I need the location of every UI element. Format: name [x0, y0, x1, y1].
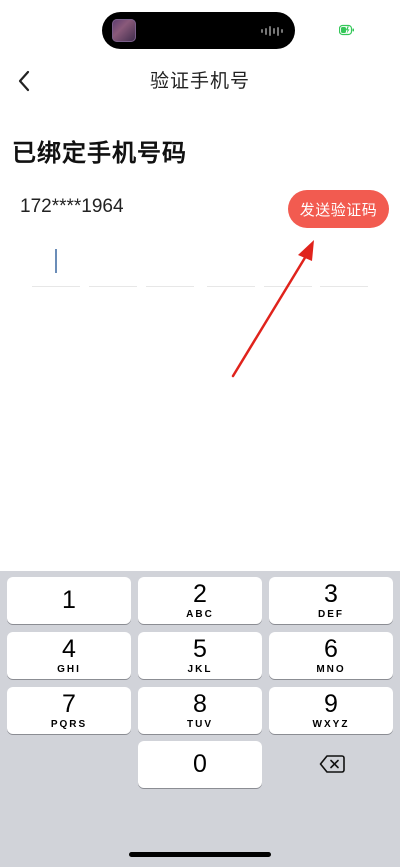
key-letters: GHI — [57, 663, 81, 675]
key-letters: WXYZ — [312, 718, 350, 730]
key-3[interactable]: 3 DEF — [269, 577, 393, 624]
key-9[interactable]: 9 WXYZ — [269, 687, 393, 734]
code-digit-box[interactable] — [264, 244, 312, 287]
phone-number: 172****1964 — [20, 196, 124, 217]
dynamic-island — [102, 12, 295, 49]
battery-charging-icon — [339, 24, 354, 36]
key-2[interactable]: 2 ABC — [138, 577, 262, 624]
key-8[interactable]: 8 TUV — [138, 687, 262, 734]
delete-key[interactable] — [306, 750, 358, 778]
section-heading: 已绑定手机号码 — [12, 139, 187, 167]
key-5[interactable]: 5 JKL — [138, 632, 262, 679]
send-code-button[interactable]: 发送验证码 — [288, 190, 389, 228]
key-digit: 8 — [193, 689, 207, 718]
code-digit-box[interactable] — [146, 244, 194, 287]
album-art-thumbnail — [112, 19, 136, 42]
code-digit-box[interactable] — [89, 244, 137, 287]
key-0[interactable]: 0 — [138, 741, 262, 788]
code-digit-box[interactable] — [207, 244, 255, 287]
key-4[interactable]: 4 GHI — [7, 632, 131, 679]
key-1[interactable]: 1 — [7, 577, 131, 624]
key-digit: 9 — [324, 689, 338, 718]
key-digit: 7 — [62, 689, 76, 718]
key-digit: 6 — [324, 634, 338, 663]
key-letters: ABC — [186, 608, 214, 620]
key-digit: 0 — [193, 750, 207, 778]
key-7[interactable]: 7 PQRS — [7, 687, 131, 734]
key-digit: 3 — [324, 579, 338, 608]
key-digit: 1 — [62, 586, 76, 614]
audio-waveform-icon — [261, 25, 283, 37]
key-digit: 5 — [193, 634, 207, 663]
key-letters: MNO — [316, 663, 346, 675]
backspace-icon — [319, 755, 345, 773]
key-letters: JKL — [187, 663, 213, 675]
key-digit: 2 — [193, 579, 207, 608]
code-digit-box[interactable] — [320, 244, 368, 287]
text-cursor — [55, 249, 57, 273]
key-letters: TUV — [187, 718, 213, 730]
key-letters: PQRS — [50, 718, 88, 730]
home-indicator — [129, 852, 271, 857]
page-title: 验证手机号 — [149, 70, 250, 92]
key-6[interactable]: 6 MNO — [269, 632, 393, 679]
key-digit: 4 — [62, 634, 76, 663]
key-letters: DEF — [318, 608, 344, 620]
